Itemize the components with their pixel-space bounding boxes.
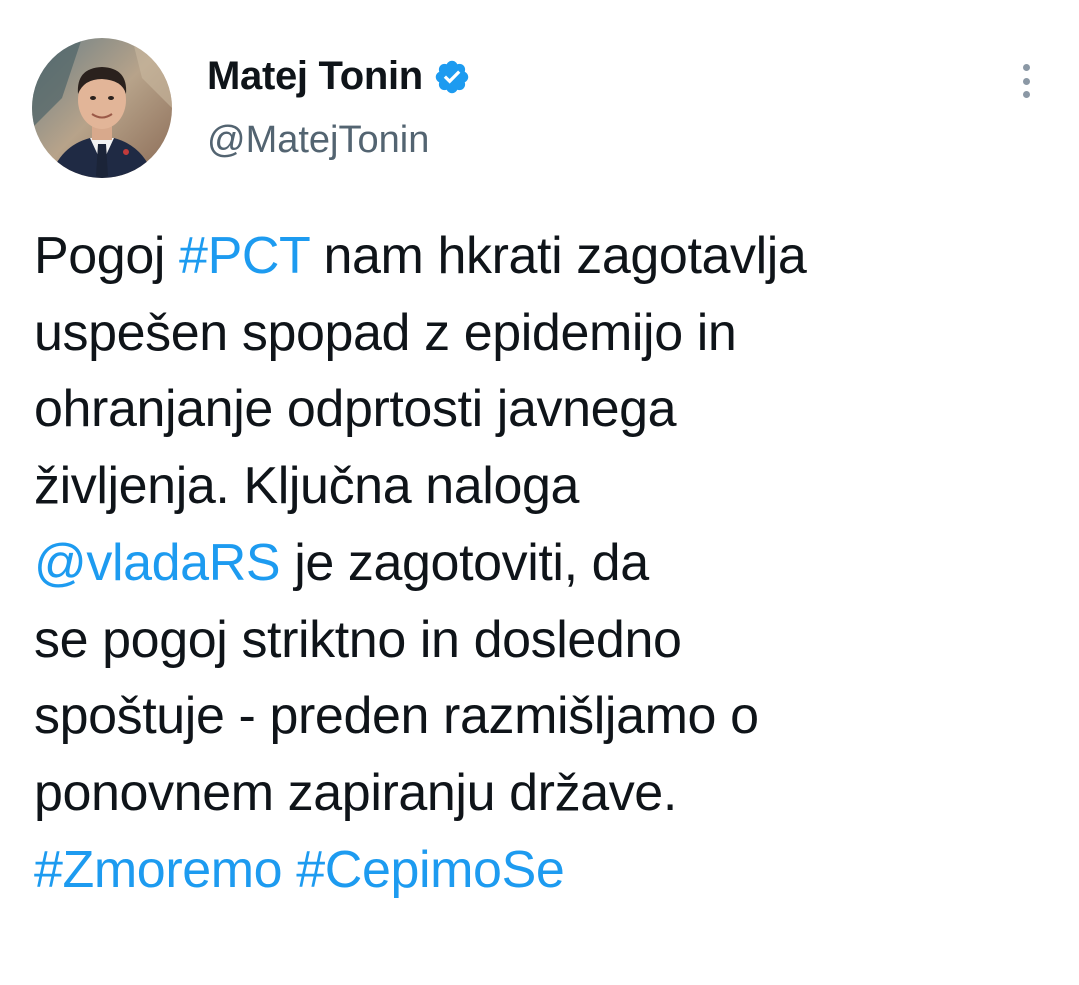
tweet-text: Pogoj #PCT nam hkrati zagotavlja uspešen… [34,218,1054,908]
hashtag-pct-link[interactable]: #PCT [179,227,310,285]
verified-badge-icon [433,58,471,96]
tweet-line-8: ponovnem zapiranju države. [34,763,677,822]
previous-content-fragment [350,0,650,4]
tweet-text-segment: Pogoj [34,227,180,285]
author-display-name[interactable]: Matej Tonin [207,52,423,100]
more-options-icon[interactable] [1014,64,1038,98]
tweet-line-3: ohranjanje odprtosti javnega [34,380,677,439]
avatar[interactable] [32,38,172,178]
tweet-text-segment: nam hkrati zagotavlja [309,227,807,285]
tweet-text-segment: je zagotoviti, da [280,533,649,592]
tweet-line-2: uspešen spopad z epidemijo in [34,303,737,362]
tweet-author[interactable]: Matej Tonin @MatejTonin [207,52,471,164]
mention-vladars-link[interactable]: @vladaRS [34,534,281,592]
tweet-line-1: Pogoj #PCT nam hkrati zagotavlja [34,218,1054,295]
avatar-photo-icon [32,38,172,178]
author-handle[interactable]: @MatejTonin [207,116,471,164]
hashtag-cepimose-link[interactable]: #CepimoSe [296,841,565,899]
tweet-line-5: @vladaRS je zagotoviti, da [34,525,1054,602]
tweet-line-9: #Zmoremo #CepimoSe [34,832,1054,909]
hashtag-zmoremo-link[interactable]: #Zmoremo [34,841,283,899]
tweet-line-6: se pogoj striktno in dosledno [34,610,682,669]
tweet-line-7: spoštuje - preden razmišljamo o [34,687,759,746]
tweet-line-4: življenja. Ključna naloga [34,457,580,516]
